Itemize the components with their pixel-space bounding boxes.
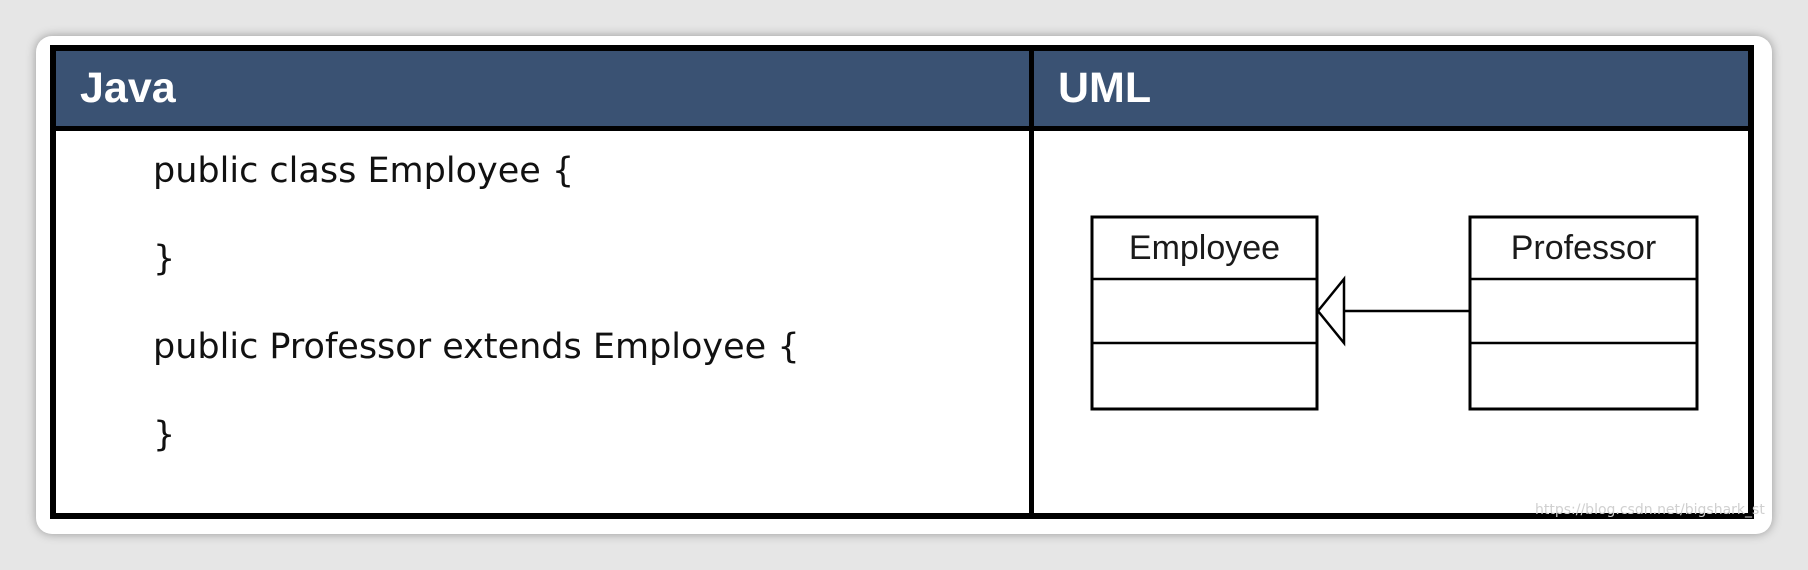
generalization-arrow (1316, 275, 1470, 347)
uml-column-header: UML (1058, 64, 1152, 112)
code-line: } (153, 415, 176, 455)
java-column-header: Java (80, 64, 176, 112)
class-name-professor: Professor (1511, 229, 1657, 267)
uml-class-professor: Professor (1468, 215, 1699, 411)
comparison-table: Java UML public class Employee { } publi… (50, 45, 1754, 519)
code-line: public class Employee { (153, 151, 575, 191)
class-name-employee: Employee (1129, 229, 1280, 267)
uml-class-employee: Employee (1090, 215, 1319, 411)
watermark: https://blog.csdn.net/bigshark_st (1535, 502, 1765, 518)
header-row: Java UML (56, 51, 1748, 126)
uml-diagram-cell: Employee Professor (1034, 131, 1754, 519)
hollow-triangle-arrowhead-icon (1316, 275, 1346, 347)
code-line: public Professor extends Employee { (153, 327, 800, 367)
uml-diagram: Employee Professor (1090, 215, 1699, 411)
code-line: } (153, 239, 176, 279)
